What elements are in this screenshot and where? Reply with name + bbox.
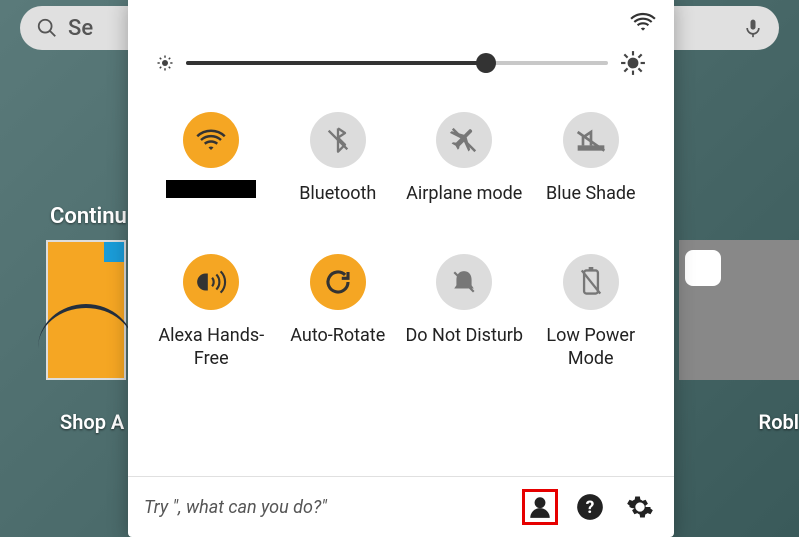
search-icon — [36, 17, 58, 39]
footer-icons: ? — [522, 489, 658, 525]
slider-fill — [186, 61, 486, 65]
toggles-grid: Bluetooth Airplane mode Blue Shade Alexa… — [128, 112, 674, 371]
wifi-icon — [183, 112, 239, 168]
quick-settings-panel: Bluetooth Airplane mode Blue Shade Alexa… — [128, 0, 674, 537]
lowpower-off-icon — [563, 254, 619, 310]
toggle-wifi[interactable] — [148, 112, 275, 206]
continue-heading: Continu — [50, 204, 127, 229]
help-button[interactable]: ? — [572, 489, 608, 525]
toggle-blueshade[interactable]: Blue Shade — [528, 112, 655, 206]
help-icon: ? — [576, 493, 604, 521]
user-button[interactable] — [522, 489, 558, 525]
toggle-airplane[interactable]: Airplane mode — [401, 112, 528, 206]
settings-button[interactable] — [622, 489, 658, 525]
svg-text:?: ? — [586, 498, 595, 518]
slider-thumb[interactable] — [476, 53, 496, 73]
toggle-label: Auto-Rotate — [290, 324, 385, 348]
toggle-label: Airplane mode — [406, 182, 522, 206]
home-app-card-roblox — [679, 240, 799, 380]
wifi-status-icon — [630, 12, 656, 32]
brightness-low-icon — [156, 54, 174, 72]
airplane-off-icon — [436, 112, 492, 168]
dnd-off-icon — [436, 254, 492, 310]
toggle-bluetooth[interactable]: Bluetooth — [275, 112, 402, 206]
gear-icon — [626, 493, 654, 521]
home-app-label-amazon: Shop A — [60, 410, 124, 434]
bluetooth-off-icon — [310, 112, 366, 168]
wifi-ssid-redacted — [166, 180, 256, 198]
alexa-hint[interactable]: Try ", what can you do?" — [144, 497, 522, 518]
toggle-label: Low Power Mode — [528, 324, 655, 371]
toggle-autorotate[interactable]: Auto-Rotate — [275, 254, 402, 371]
home-app-card-amazon — [46, 240, 126, 380]
toggle-alexa[interactable]: Alexa Hands-Free — [148, 254, 275, 371]
mic-icon — [743, 17, 763, 39]
blueshade-off-icon — [563, 112, 619, 168]
toggle-dnd[interactable]: Do Not Disturb — [401, 254, 528, 371]
toggle-label: Do Not Disturb — [405, 324, 523, 348]
home-app-label-roblox: Robl — [759, 410, 799, 434]
toggle-label: Alexa Hands-Free — [148, 324, 275, 371]
toggle-lowpower[interactable]: Low Power Mode — [528, 254, 655, 371]
brightness-high-icon — [620, 50, 646, 76]
brightness-slider[interactable] — [186, 51, 608, 75]
panel-footer: Try ", what can you do?" ? — [128, 477, 674, 537]
search-placeholder: Se — [68, 16, 93, 41]
autorotate-icon — [310, 254, 366, 310]
toggle-label: Bluetooth — [299, 182, 376, 206]
user-icon — [527, 494, 553, 520]
alexa-hands-free-icon — [183, 254, 239, 310]
toggle-label: Blue Shade — [546, 182, 636, 206]
brightness-slider-row — [128, 50, 674, 76]
